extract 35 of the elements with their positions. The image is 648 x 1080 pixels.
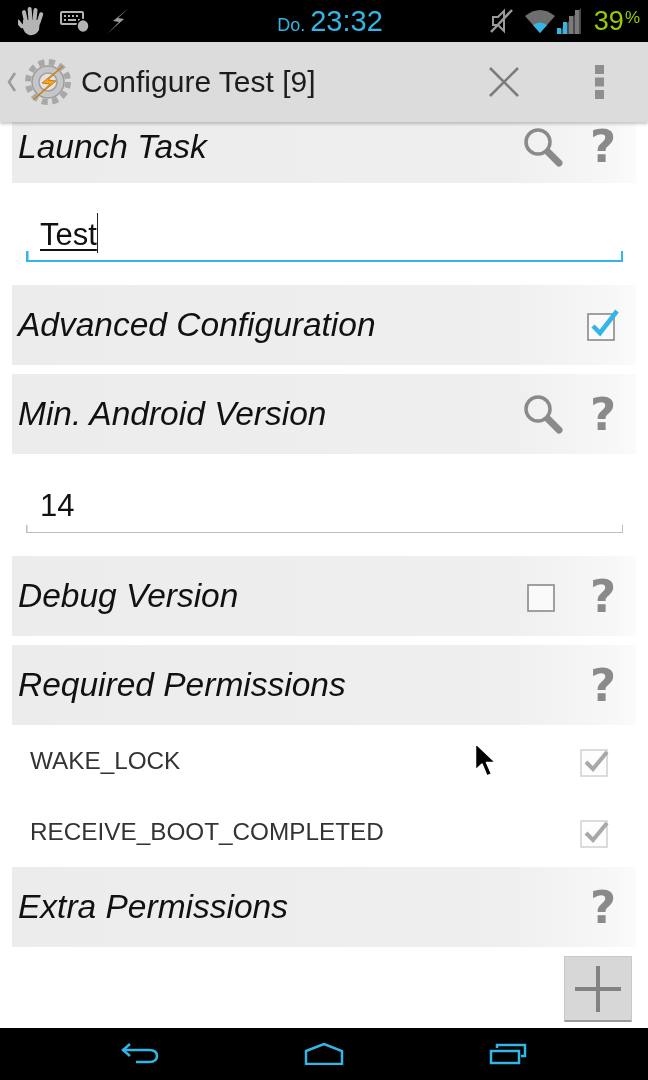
plus-icon (575, 965, 621, 1012)
hand-icon (18, 6, 44, 36)
search-icon[interactable] (522, 393, 564, 435)
app-gear-icon[interactable] (23, 57, 73, 107)
keyboard-mouse-icon (60, 9, 90, 33)
clock-day: Do. (277, 14, 306, 36)
section-title: Required Permissions (18, 666, 346, 704)
signal-icon (555, 7, 582, 35)
section-title: Advanced Configuration (18, 306, 376, 344)
back-icon[interactable] (121, 1043, 159, 1065)
section-title: Debug Version (18, 577, 239, 615)
muted-speaker-icon (487, 7, 514, 35)
screen-title: Configure Test [9] (81, 65, 316, 99)
close-icon[interactable] (488, 66, 520, 98)
help-button[interactable]: ? (589, 391, 617, 437)
recent-apps-icon[interactable] (489, 1043, 527, 1065)
help-button[interactable]: ? (589, 884, 617, 930)
battery-unit: % (624, 7, 640, 28)
wifi-icon (523, 8, 556, 34)
permission-label: RECEIVE_BOOT_COMPLETED (30, 817, 384, 846)
add-button[interactable] (564, 956, 632, 1022)
overflow-menu-icon[interactable] (595, 65, 605, 99)
help-button[interactable]: ? (589, 662, 617, 708)
section-title: Min. Android Version (18, 395, 327, 433)
permission-label: WAKE_LOCK (30, 746, 181, 775)
help-button[interactable]: ? (589, 573, 617, 619)
up-caret-icon[interactable] (7, 71, 17, 93)
help-button[interactable]: ? (589, 124, 617, 169)
search-icon[interactable] (522, 125, 564, 168)
battery-level: 39 (593, 5, 624, 37)
section-title: Launch Task (18, 127, 207, 166)
checkbox[interactable] (586, 308, 620, 342)
section-title: Extra Permissions (18, 888, 288, 926)
home-icon[interactable] (304, 1043, 344, 1065)
clock-time: 23:32 (310, 4, 383, 38)
